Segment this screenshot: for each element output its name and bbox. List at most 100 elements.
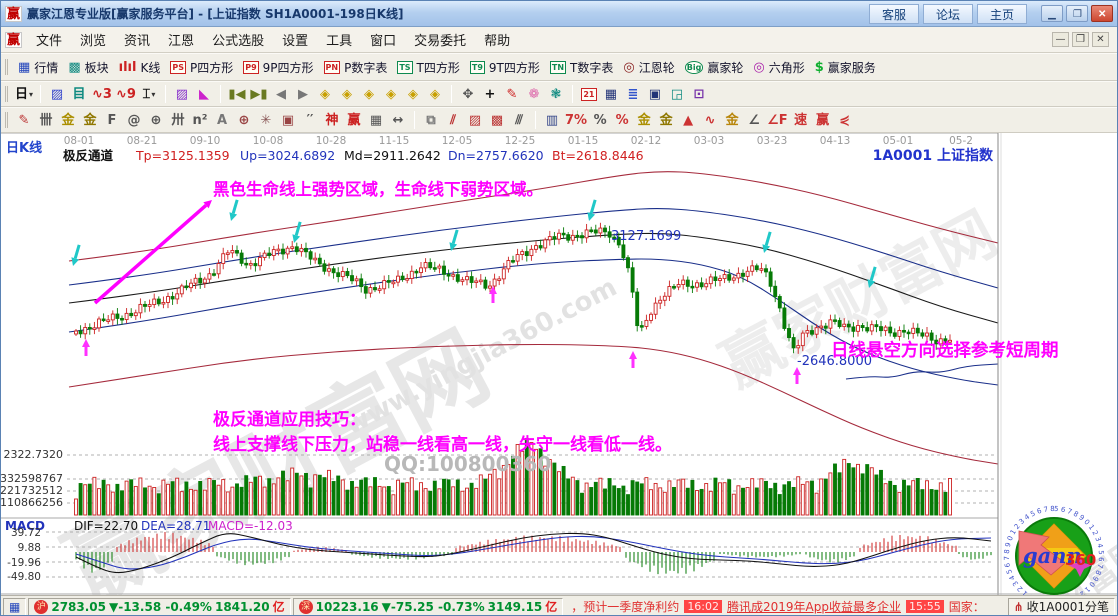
tool-first-page[interactable]: ▮◀ — [226, 84, 248, 104]
tool-a-ruler[interactable]: A — [211, 110, 233, 130]
tool-pattern-box[interactable]: ▨ — [46, 84, 68, 104]
tool-diamond-shrink-all[interactable]: ◈ — [424, 84, 446, 104]
menu-item-file[interactable]: 文件 — [27, 28, 71, 51]
tool-draw-pencil[interactable]: ✎ — [13, 110, 35, 130]
tool-wave-3[interactable]: ∿3 — [90, 84, 114, 104]
tool-dense-box[interactable]: ▩ — [486, 110, 508, 130]
tool-grid-circle[interactable]: ▣ — [277, 110, 299, 130]
sh-index-quote[interactable]: 沪 2783.05 ▼-13.58 -0.49% 1841.20亿 — [28, 598, 290, 616]
toolbar-winner-service-button[interactable]: $赢家服务 — [810, 57, 881, 78]
tool-diamond-left[interactable]: ◈ — [314, 84, 336, 104]
tool-comb-2[interactable]: 卅 — [167, 110, 189, 130]
tool-gold-grid-1[interactable]: 金 — [57, 110, 79, 130]
tool-wave-gold[interactable]: ∿ — [699, 110, 721, 130]
tool-candle-style[interactable]: ⌶▾ — [138, 84, 160, 104]
news-ticker[interactable]: ，预计一季度净利约 16:02 腾讯成2019年App收益最多企业 15:55 … — [565, 598, 1005, 616]
tool-slant-lines[interactable]: ⫻ — [508, 110, 530, 130]
toolbar-hexagon-button[interactable]: ◎六角形 — [748, 57, 809, 78]
menu-item-help[interactable]: 帮助 — [475, 28, 519, 51]
tool-export-print[interactable]: ⊡ — [688, 84, 710, 104]
close-button[interactable]: ✕ — [1091, 5, 1113, 22]
tool-notes[interactable]: ≣ — [622, 84, 644, 104]
mdi-restore-button[interactable]: ❐ — [1072, 32, 1089, 47]
tool-ying-tool[interactable]: 赢 — [343, 110, 365, 130]
toolbar-9p-square-button[interactable]: P99P四方形 — [238, 57, 318, 78]
tool-compass-star[interactable]: ✳ — [255, 110, 277, 130]
homepage-button[interactable]: 主页 — [977, 4, 1027, 24]
toolbar-kline-button[interactable]: ılılK线 — [114, 57, 166, 78]
sz-index-quote[interactable]: 深 10223.16 ▼-75.25 -0.73% 3149.15亿 — [293, 598, 564, 616]
tool-diamond-expand-all[interactable]: ◈ — [402, 84, 424, 104]
kline-chart[interactable]: 赢家财富网www.yingjia360.com赢家财富网赢家财富网08-0108… — [1, 133, 1118, 595]
tool-info-note[interactable]: 目 — [68, 84, 90, 104]
tool-gold-angle[interactable]: 金 — [721, 110, 743, 130]
tool-bar-table[interactable]: ▥ — [541, 110, 563, 130]
tool-color-histogram[interactable]: ◣ — [193, 84, 215, 104]
customer-service-button[interactable]: 客服 — [869, 4, 919, 24]
tool-n-squared[interactable]: n² — [189, 110, 211, 130]
tool-clock-circle[interactable]: ⊕ — [145, 110, 167, 130]
tool-fan-lines[interactable]: ⫽ — [442, 110, 464, 130]
toolbar-gann-wheel-button[interactable]: ◎江恩轮 — [618, 57, 679, 78]
restore-button[interactable]: ❐ — [1066, 5, 1088, 22]
tool-gold-circle[interactable]: 金 — [633, 110, 655, 130]
tool-gann-comb[interactable]: 卌 — [35, 110, 57, 130]
tool-spiral[interactable]: @ — [123, 110, 145, 130]
menu-item-trade[interactable]: 交易委托 — [405, 28, 475, 51]
toolbar-p-square-button[interactable]: PSP四方形 — [165, 57, 238, 78]
tool-compass-target[interactable]: ⊕ — [233, 110, 255, 130]
tool-diamond-right[interactable]: ◈ — [336, 84, 358, 104]
tool-box-lines[interactable]: ⧉ — [420, 110, 442, 130]
menu-item-window[interactable]: 窗口 — [361, 28, 405, 51]
toolbar-p-number-table-button[interactable]: PNP数字表 — [319, 57, 393, 78]
tool-fx-pattern[interactable]: ▨ — [171, 84, 193, 104]
tool-kline-period[interactable]: 日▾ — [13, 84, 35, 104]
tool-hand-tool[interactable]: ✥ — [457, 84, 479, 104]
minimize-button[interactable]: ▁ — [1041, 5, 1063, 22]
tool-gold-grid-2[interactable]: 金 — [79, 110, 101, 130]
news-item-2[interactable]: 国家： — [949, 598, 985, 615]
tool-calendar[interactable]: 21 — [578, 84, 600, 104]
toolbar-winner-wheel-button[interactable]: Big赢家轮 — [680, 57, 749, 78]
tool-stamp-pink[interactable]: ❁ — [523, 84, 545, 104]
toolbar-t-square-button[interactable]: TST四方形 — [392, 57, 465, 78]
tool-percent-red[interactable]: 7% — [563, 110, 589, 130]
tool-f-angle[interactable]: ∠F — [765, 110, 790, 130]
tool-wave-9[interactable]: ∿9 — [114, 84, 138, 104]
tool-annotate-pen[interactable]: ✎ — [501, 84, 523, 104]
tool-pivot-pen[interactable]: ▲ — [677, 110, 699, 130]
tool-save-remote[interactable]: ◲ — [666, 84, 688, 104]
tool-k-marks[interactable]: ′′ — [299, 110, 321, 130]
mdi-close-button[interactable]: ✕ — [1092, 32, 1109, 47]
tool-gold-line[interactable]: 金 — [655, 110, 677, 130]
tool-shen-tool[interactable]: 神 — [321, 110, 343, 130]
menu-item-tools[interactable]: 工具 — [317, 28, 361, 51]
tool-percent-gray[interactable]: % — [589, 110, 611, 130]
news-item-1[interactable]: 腾讯成2019年App收益最多企业 — [727, 598, 901, 615]
toolbar-quotes-button[interactable]: ▦行情 — [13, 57, 63, 78]
menu-item-gann[interactable]: 江恩 — [159, 28, 203, 51]
tool-diamond-expand-h[interactable]: ◈ — [358, 84, 380, 104]
tool-calculator[interactable]: ▦ — [600, 84, 622, 104]
menu-item-news[interactable]: 资讯 — [115, 28, 159, 51]
mdi-minimize-button[interactable]: — — [1052, 32, 1069, 47]
tool-diamond-shrink-h[interactable]: ◈ — [380, 84, 402, 104]
tool-hatch-box[interactable]: ▨ — [464, 110, 486, 130]
tool-speed-angle[interactable]: 速 — [790, 110, 812, 130]
tool-ying-angle[interactable]: 赢 — [812, 110, 834, 130]
toolbar-sectors-button[interactable]: ▩板块 — [63, 57, 113, 78]
tool-page-prev[interactable]: ◀ — [270, 84, 292, 104]
menu-item-formula-pick[interactable]: 公式选股 — [203, 28, 273, 51]
tool-width-measure[interactable]: ↔ — [387, 110, 409, 130]
tool-crosshair-tool[interactable]: + — [479, 84, 501, 104]
tool-four-angle[interactable]: ⋞ — [834, 110, 856, 130]
tool-save[interactable]: ▣ — [644, 84, 666, 104]
toolbar-9t-square-button[interactable]: T99T四方形 — [465, 57, 545, 78]
toolbar-t-number-table-button[interactable]: TNT数字表 — [545, 57, 619, 78]
tool-page-next[interactable]: ▶ — [292, 84, 314, 104]
forum-button[interactable]: 论坛 — [923, 4, 973, 24]
tool-grid-block[interactable]: ▦ — [365, 110, 387, 130]
tool-last-page[interactable]: ▶▮ — [248, 84, 270, 104]
menu-item-browse[interactable]: 浏览 — [71, 28, 115, 51]
tool-f-grid[interactable]: F — [101, 110, 123, 130]
